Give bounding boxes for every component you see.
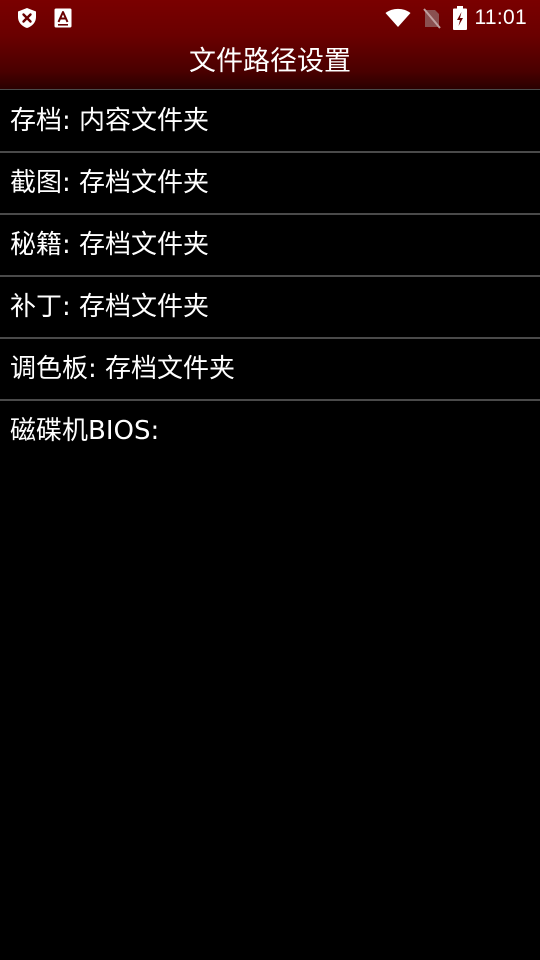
setting-disk-bios-path[interactable]: 磁碟机BIOS:: [0, 399, 540, 461]
setting-cheats-path[interactable]: 秘籍: 存档文件夹: [0, 213, 540, 275]
status-bar: 11:01: [0, 0, 540, 36]
shield-x-icon: [16, 7, 38, 33]
wifi-icon: [385, 8, 411, 28]
setting-label: 秘籍: 存档文件夹: [10, 230, 210, 260]
settings-list: 存档: 内容文件夹 截图: 存档文件夹 秘籍: 存档文件夹 补丁: 存档文件夹 …: [0, 89, 540, 461]
setting-screenshot-path[interactable]: 截图: 存档文件夹: [0, 151, 540, 213]
setting-label: 截图: 存档文件夹: [10, 168, 210, 198]
no-sim-icon: [422, 7, 441, 29]
status-time: 11:01: [474, 6, 527, 29]
header-bar: 11:01 文件路径设置: [0, 0, 540, 89]
setting-label: 磁碟机BIOS:: [10, 416, 160, 446]
status-right-icons: 11:01: [385, 5, 528, 31]
font-a-icon: [54, 8, 72, 32]
status-left-icons: [16, 7, 72, 33]
setting-patches-path[interactable]: 补丁: 存档文件夹: [0, 275, 540, 337]
battery-charging-icon: [452, 6, 467, 30]
setting-palette-path[interactable]: 调色板: 存档文件夹: [0, 337, 540, 399]
page-title: 文件路径设置: [189, 46, 351, 77]
setting-label: 存档: 内容文件夹: [10, 105, 210, 136]
app-window: 11:01 文件路径设置 存档: 内容文件夹 截图: 存档文件夹 秘籍: 存档文…: [0, 0, 540, 960]
setting-label: 调色板: 存档文件夹: [10, 354, 236, 384]
setting-label: 补丁: 存档文件夹: [10, 292, 210, 322]
setting-savefile-path[interactable]: 存档: 内容文件夹: [0, 89, 540, 151]
